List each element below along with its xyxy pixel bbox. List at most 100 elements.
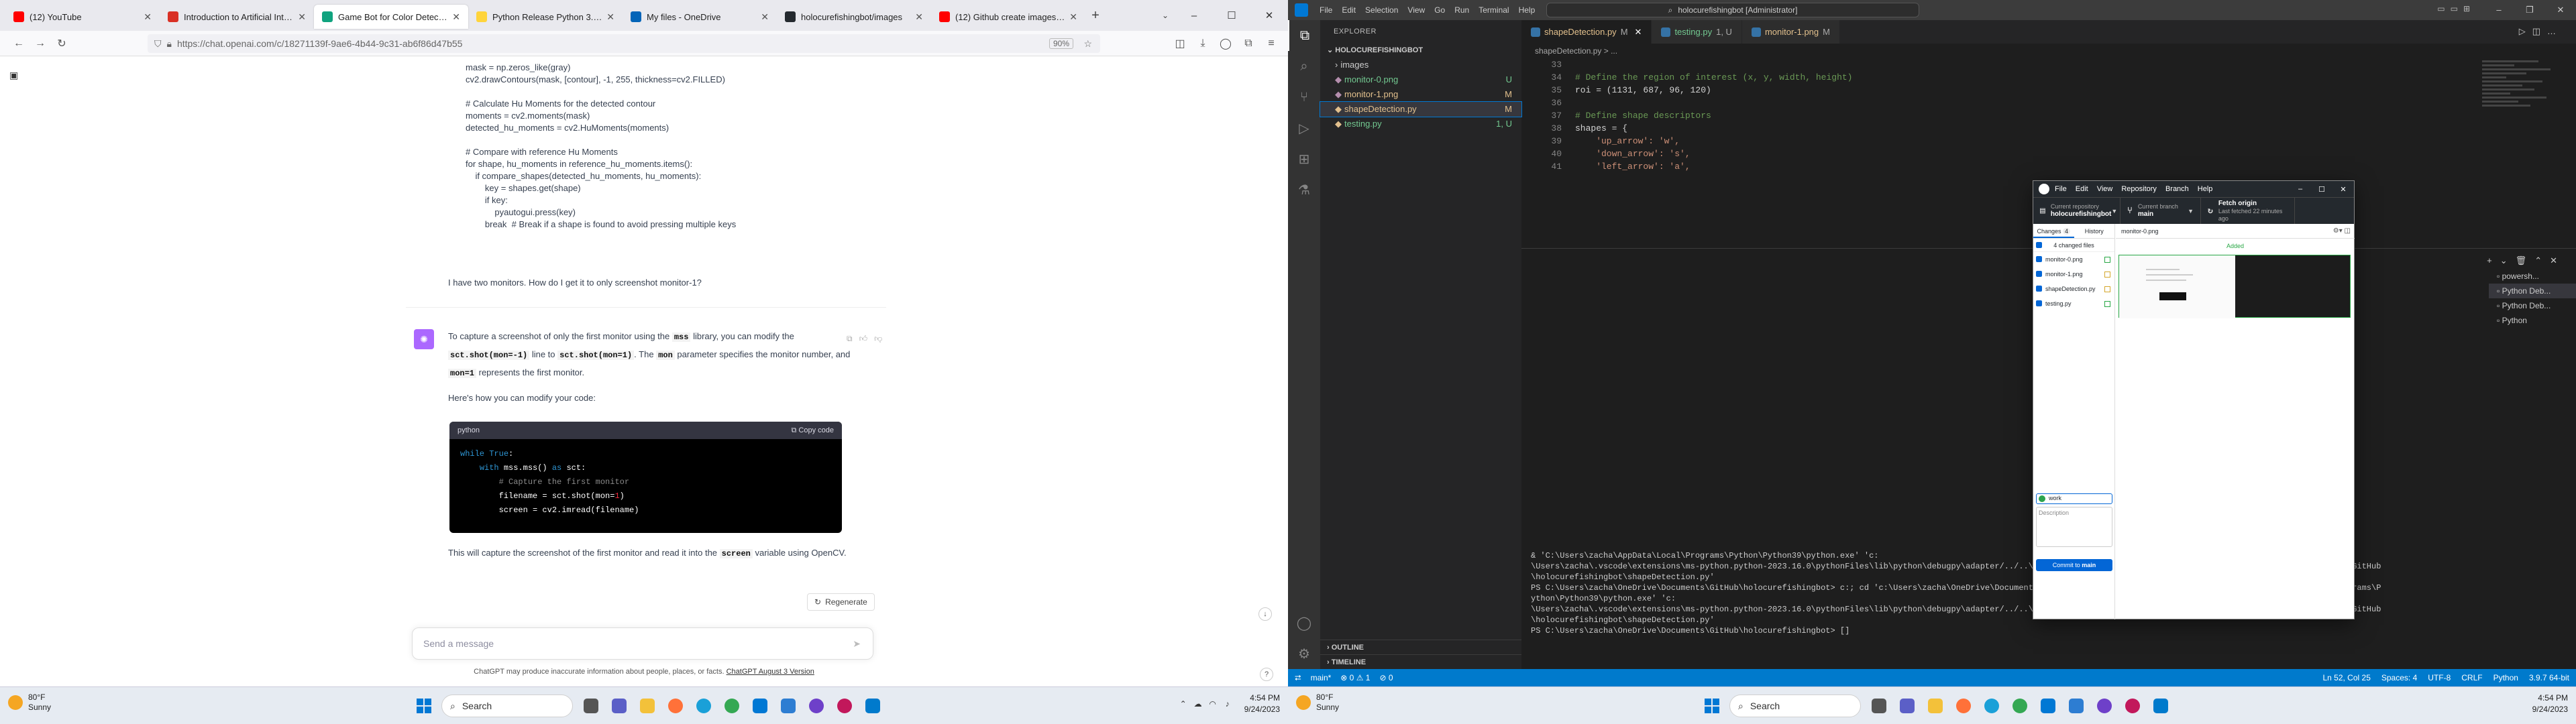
timeline-section[interactable]: › TIMELINE (1320, 654, 1521, 669)
wifi-icon[interactable]: ◠ (1205, 699, 1220, 709)
close-window-button[interactable]: ✕ (2545, 0, 2576, 20)
github-desktop-icon[interactable] (2092, 694, 2116, 718)
breadcrumb[interactable]: shapeDetection.py > ... (1521, 44, 2576, 58)
file-checkbox[interactable] (2036, 286, 2042, 292)
more-icon[interactable]: … (2547, 26, 2563, 36)
browser-tab[interactable]: holocurefishingbot/images ✕ (777, 5, 931, 29)
close-tab-icon[interactable]: ✕ (761, 11, 769, 23)
store-icon[interactable] (748, 694, 772, 718)
close-tab-icon[interactable]: ✕ (298, 11, 306, 23)
reload-icon[interactable]: ↻ (51, 37, 72, 50)
chrome-icon[interactable] (2008, 694, 2032, 718)
photos-icon[interactable] (776, 694, 800, 718)
select-all-row[interactable]: 4 changed files (2033, 239, 2114, 252)
settings-gear-icon[interactable]: ⚙ (1288, 638, 1320, 669)
description-input[interactable]: Description (2036, 507, 2112, 547)
music-icon[interactable] (2121, 694, 2145, 718)
list-tabs-icon[interactable]: ⌄ (1155, 11, 1175, 20)
photos-icon[interactable] (2064, 694, 2088, 718)
repository-selector[interactable]: ▤ Current repository holocurefishingbot ▼ (2033, 198, 2121, 224)
split-editor-icon[interactable]: ◫ (2532, 26, 2547, 36)
taskbar-search[interactable]: ⌕ Search (1729, 695, 1861, 717)
menu-item-help[interactable]: Help (2198, 185, 2213, 193)
vscode-icon[interactable] (2149, 694, 2173, 718)
restore-button[interactable]: ❐ (2514, 0, 2545, 20)
tab-changes[interactable]: Changes 4 (2033, 224, 2074, 238)
source-control-icon[interactable]: ⑂ (1288, 82, 1320, 113)
regenerate-button[interactable]: ↻ Regenerate (807, 593, 875, 611)
editor-tab[interactable]: monitor-1.png M (1741, 20, 1840, 44)
clock[interactable]: 4:54 PM 9/24/2023 (2532, 692, 2568, 715)
file-tree-item[interactable]: ◆ monitor-1.png M (1320, 87, 1521, 102)
menu-item-view[interactable]: View (1407, 5, 1425, 15)
maximize-button[interactable]: ☐ (2311, 185, 2332, 194)
close-tab-icon[interactable]: ✕ (452, 11, 460, 23)
help-icon[interactable]: ? (1260, 668, 1273, 681)
run-debug-icon[interactable]: ▷ (1288, 113, 1320, 143)
file-checkbox[interactable] (2036, 271, 2042, 277)
terminal-tab[interactable]: ▫ powersh... (2489, 269, 2576, 284)
commit-button[interactable]: Commit to main (2036, 559, 2112, 571)
thumbs-down-icon[interactable]: 👎︎ (874, 334, 889, 343)
status-item[interactable]: Python (2493, 673, 2518, 682)
account-icon[interactable]: ◯ (1288, 607, 1320, 638)
vscode-icon[interactable] (861, 694, 885, 718)
close-tab-icon[interactable]: ✕ (606, 11, 614, 23)
new-terminal-icon[interactable]: + (2487, 255, 2500, 265)
menu-item-run[interactable]: Run (1454, 5, 1469, 15)
file-explorer-icon[interactable] (1923, 694, 1947, 718)
close-tab-icon[interactable]: ✕ (144, 11, 152, 23)
forward-icon[interactable]: → (30, 38, 51, 50)
clock[interactable]: 4:54 PM 9/24/2023 (1244, 692, 1280, 715)
teams-icon[interactable] (607, 694, 631, 718)
version-link[interactable]: ChatGPT August 3 Version (727, 668, 814, 676)
taskbar-search[interactable]: ⌕ Search (441, 695, 573, 717)
close-window-button[interactable]: ✕ (1250, 0, 1288, 31)
branch-selector[interactable]: ⑂ Current branch main ▼ (2121, 198, 2201, 224)
changed-file-row[interactable]: shapeDetection.py (2033, 282, 2114, 296)
testing-icon[interactable]: ⚗ (1288, 174, 1320, 205)
explorer-icon[interactable]: ⧉ (1288, 20, 1320, 51)
github-desktop-icon[interactable] (804, 694, 828, 718)
close-tab-icon[interactable]: ✕ (915, 11, 923, 23)
minimize-button[interactable]: – (2483, 0, 2514, 20)
weather-widget[interactable]: 80°F Sunny (1296, 692, 1339, 713)
close-tab-icon[interactable]: ✕ (1635, 27, 1642, 38)
root-folder[interactable]: ⌄ HOLOCUREFISHINGBOT (1320, 43, 1521, 58)
downloads-icon[interactable]: ⤓ (1191, 38, 1214, 50)
browser-tab[interactable]: Python Release Python 3.11.5 ✕ (468, 5, 623, 29)
menu-item-file[interactable]: File (1320, 5, 1332, 15)
status-item[interactable]: CRLF (2461, 673, 2482, 682)
sidebar-toggle-icon[interactable]: ▣ (9, 70, 18, 81)
start-button[interactable] (411, 692, 437, 719)
bookmark-star-icon[interactable]: ☆ (1083, 38, 1092, 50)
menu-item-selection[interactable]: Selection (1365, 5, 1398, 15)
status-item[interactable]: UTF-8 (2428, 673, 2451, 682)
menu-item-branch[interactable]: Branch (2165, 185, 2189, 193)
file-checkbox[interactable] (2036, 256, 2042, 262)
search-icon[interactable]: ⌕ (1288, 51, 1320, 82)
account-icon[interactable]: ◯ (1214, 37, 1237, 50)
menu-item-help[interactable]: Help (1519, 5, 1536, 15)
changed-file-row[interactable]: monitor-1.png (2033, 267, 2114, 282)
menu-item-view[interactable]: View (2097, 185, 2113, 193)
back-icon[interactable]: ← (8, 38, 30, 50)
file-tree-item[interactable]: ◆ monitor-0.png U (1320, 72, 1521, 87)
status-item[interactable]: Spaces: 4 (2381, 673, 2417, 682)
changed-file-row[interactable]: testing.py (2033, 296, 2114, 311)
editor-tab[interactable]: shapeDetection.py M ✕ (1521, 20, 1652, 44)
browser-tab[interactable]: Game Bot for Color Detection ✕ (314, 5, 468, 29)
changed-file-row[interactable]: monitor-0.png (2033, 252, 2114, 267)
browser-tab[interactable]: (12) Github create images fold ✕ (931, 5, 1085, 29)
file-tree-item[interactable]: ◆ testing.py 1, U (1320, 117, 1521, 131)
chevron-down-icon[interactable]: ⌄ (2500, 255, 2516, 265)
close-panel-icon[interactable]: ✕ (2550, 255, 2565, 265)
menu-item-go[interactable]: Go (1434, 5, 1445, 15)
maximize-button[interactable]: ☐ (1213, 0, 1250, 31)
outline-section[interactable]: › OUTLINE (1320, 640, 1521, 654)
menu-icon[interactable]: ≡ (1260, 38, 1283, 50)
fetch-origin-button[interactable]: ↻ Fetch origin Last fetched 22 minutes ag… (2201, 198, 2295, 224)
weather-widget[interactable]: 80°F Sunny (8, 692, 51, 713)
close-tab-icon[interactable]: ✕ (1069, 11, 1077, 23)
browser-tab[interactable]: My files - OneDrive ✕ (623, 5, 777, 29)
